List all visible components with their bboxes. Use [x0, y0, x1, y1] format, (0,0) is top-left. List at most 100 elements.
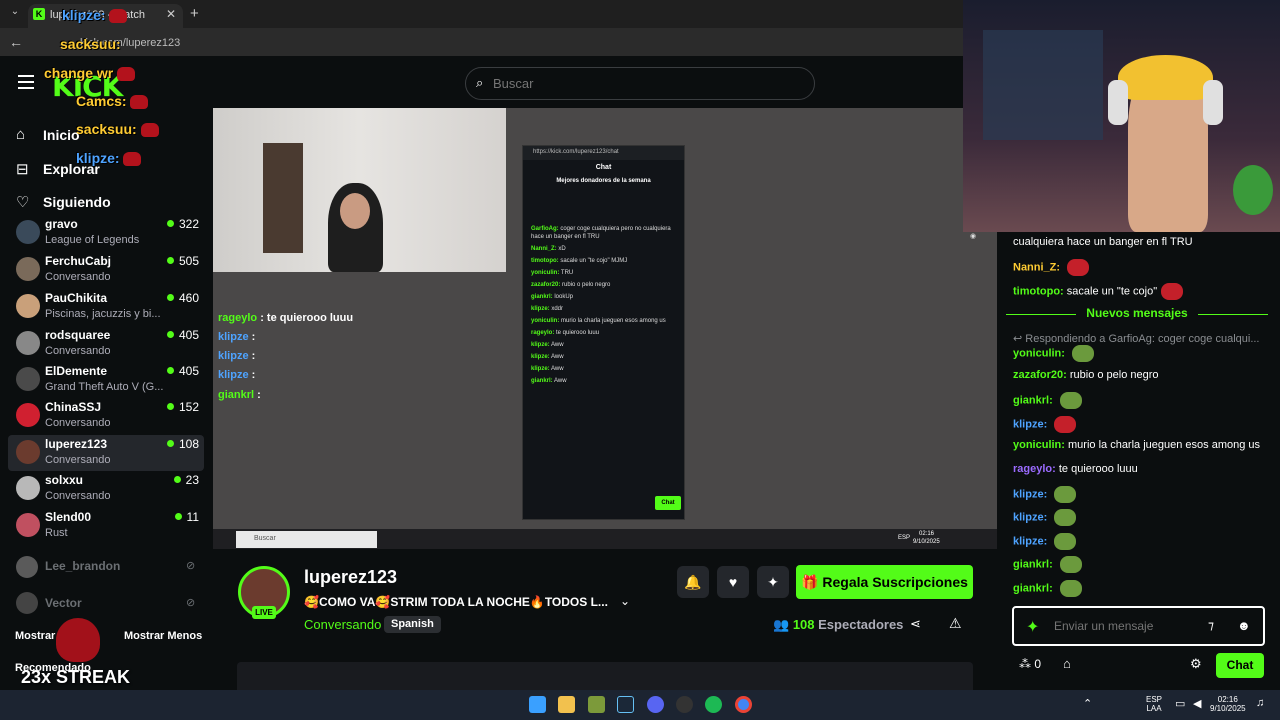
points-icon[interactable]: ⁂ 0	[1019, 657, 1041, 671]
chat-username[interactable]: klipze:	[1013, 511, 1047, 523]
language-tag[interactable]: Spanish	[384, 616, 441, 633]
users-icon: 👥	[773, 617, 793, 632]
menu-icon[interactable]	[18, 75, 34, 89]
translate-icon[interactable]: ⁊	[1208, 618, 1214, 632]
new-tab-icon[interactable]: +	[190, 5, 199, 22]
chat-username[interactable]: Nanni_Z:	[1013, 261, 1060, 273]
close-tab-icon[interactable]: ✕	[166, 7, 176, 21]
avatar	[16, 294, 40, 318]
back-arrow-icon[interactable]: ←	[9, 34, 23, 50]
report-icon[interactable]: ⚠	[949, 615, 962, 632]
offline-channel-name[interactable]: Vector	[45, 596, 82, 610]
file-explorer-icon[interactable]	[558, 696, 575, 713]
volume-icon[interactable]: ◀	[1193, 697, 1201, 710]
chat-message[interactable]: giankrl:	[1013, 392, 1082, 409]
offline-channel-name[interactable]: Lee_brandon	[45, 559, 120, 573]
chat-username[interactable]: giankrl:	[1013, 558, 1053, 570]
gift-subscriptions-button[interactable]: 🎁 Regala Suscripciones	[796, 565, 973, 599]
nav-home[interactable]: Inicio	[43, 127, 80, 143]
chat-username[interactable]: timotopo:	[1013, 285, 1064, 297]
channel-name: Slend00	[45, 510, 92, 524]
overlay-username: giankrl	[218, 389, 255, 401]
chat-username[interactable]: yoniculin:	[1013, 439, 1065, 451]
chat-message[interactable]: Nanni_Z:	[1013, 259, 1090, 276]
viewer-count: 108	[166, 437, 199, 451]
windows-start-icon[interactable]	[529, 696, 546, 713]
chat-message[interactable]: klipze:	[1013, 486, 1077, 503]
chat-username[interactable]: klipze:	[1013, 488, 1047, 500]
popup-chat-line: Nanni_Z: xD	[523, 243, 684, 255]
popup-message: xD	[558, 246, 566, 252]
show-less-link[interactable]: Mostrar Menos	[124, 630, 202, 642]
chat-username[interactable]: giankrl:	[1013, 394, 1053, 406]
overlay-chat-line: klipze :	[218, 369, 255, 381]
tab-list-icon[interactable]: ⌄	[7, 6, 23, 22]
app-icon[interactable]	[676, 696, 693, 713]
channel-name: solxxu	[45, 473, 84, 487]
bell-icon[interactable]: 🔔	[677, 566, 709, 598]
sparkle-icon[interactable]: ✦	[1026, 617, 1039, 637]
chat-message[interactable]: klipze:	[1013, 509, 1077, 526]
show-more-link[interactable]: Mostrar	[15, 630, 55, 642]
chat-message[interactable]: giankrl:	[1013, 580, 1082, 597]
chat-message[interactable]: rageylo: te quierooo luuu	[1013, 463, 1138, 475]
chat-username[interactable]: klipze:	[1013, 535, 1047, 547]
avatar	[16, 513, 40, 537]
heart-follow-icon[interactable]: ♥	[717, 566, 749, 598]
sparkle-icon[interactable]: ✦	[757, 566, 789, 598]
inner-lang: ESP	[898, 535, 911, 541]
avatar	[16, 476, 40, 500]
chat-message[interactable]: yoniculin:	[1013, 345, 1095, 362]
chevron-down-icon[interactable]: ⌄	[620, 594, 630, 608]
clock[interactable]: 02:16 9/10/2025	[1210, 695, 1246, 713]
chat-message[interactable]: cualquiera hace un banger en fl TRU	[1013, 236, 1193, 248]
share-icon[interactable]: ⋖	[910, 616, 921, 632]
nav-following[interactable]: Siguiendo	[43, 194, 111, 210]
steam-icon[interactable]	[617, 696, 634, 713]
chat-message[interactable]: zazafor20: rubio o pelo negro	[1013, 369, 1159, 381]
stream-category[interactable]: Conversando	[304, 617, 381, 632]
chat-username[interactable]: klipze:	[1013, 418, 1047, 430]
chat-send-button[interactable]: Chat	[1216, 653, 1264, 678]
chrome-icon[interactable]	[735, 696, 752, 713]
emoji-icon[interactable]: ☻	[1237, 618, 1251, 633]
overlay-message: :	[257, 389, 261, 401]
notification-icon[interactable]: ♫	[1256, 697, 1264, 709]
gear-icon[interactable]: ⚙	[1190, 656, 1202, 672]
discord-icon[interactable]	[647, 696, 664, 713]
popup-message: Aww	[551, 342, 564, 348]
streak-overlay: 23x STREAK	[21, 667, 131, 687]
offline-icon: ⊘	[186, 560, 196, 572]
chat-username[interactable]: rageylo:	[1013, 463, 1056, 475]
streamer-facecam	[963, 0, 1280, 232]
search-input[interactable]	[493, 76, 793, 91]
network-icon[interactable]: ▭	[1175, 697, 1185, 710]
language-indicator[interactable]: ESP LAA	[1146, 695, 1162, 713]
avatar	[16, 331, 40, 355]
streamer-name[interactable]: luperez123	[304, 567, 397, 588]
avatar	[16, 556, 38, 578]
pepe-emote-icon	[1059, 580, 1082, 597]
chat-username[interactable]: zazafor20:	[1013, 369, 1067, 381]
reply-icon: ↩	[1013, 333, 1026, 345]
popup-username: klipze:	[531, 306, 550, 312]
new-messages-divider[interactable]: Nuevos mensajes	[1006, 306, 1268, 322]
spotify-icon[interactable]	[705, 696, 722, 713]
chat-message[interactable]: giankrl:	[1013, 556, 1082, 573]
viewer-count: 👥 108 Espectadores	[773, 617, 904, 632]
minecraft-icon[interactable]	[588, 696, 605, 713]
popup-username: Nanni_Z:	[531, 246, 557, 252]
chat-message-input[interactable]	[1054, 619, 1204, 633]
chat-message[interactable]: klipze:	[1013, 416, 1077, 433]
store-icon[interactable]: ⌂	[1063, 656, 1071, 671]
popup-chat-button[interactable]: Chat	[655, 496, 681, 510]
chevron-up-icon[interactable]: ⌃	[1083, 697, 1092, 710]
live-dot-icon	[174, 513, 182, 520]
chat-message[interactable]: timotopo: sacale un "te cojo"	[1013, 283, 1184, 300]
chat-username[interactable]: yoniculin:	[1013, 347, 1065, 359]
headphones	[1108, 80, 1128, 125]
chat-message[interactable]: yoniculin: murio la charla jueguen esos …	[1013, 439, 1260, 451]
avatar	[16, 440, 40, 464]
chat-username[interactable]: giankrl:	[1013, 582, 1053, 594]
chat-message[interactable]: klipze:	[1013, 533, 1077, 550]
